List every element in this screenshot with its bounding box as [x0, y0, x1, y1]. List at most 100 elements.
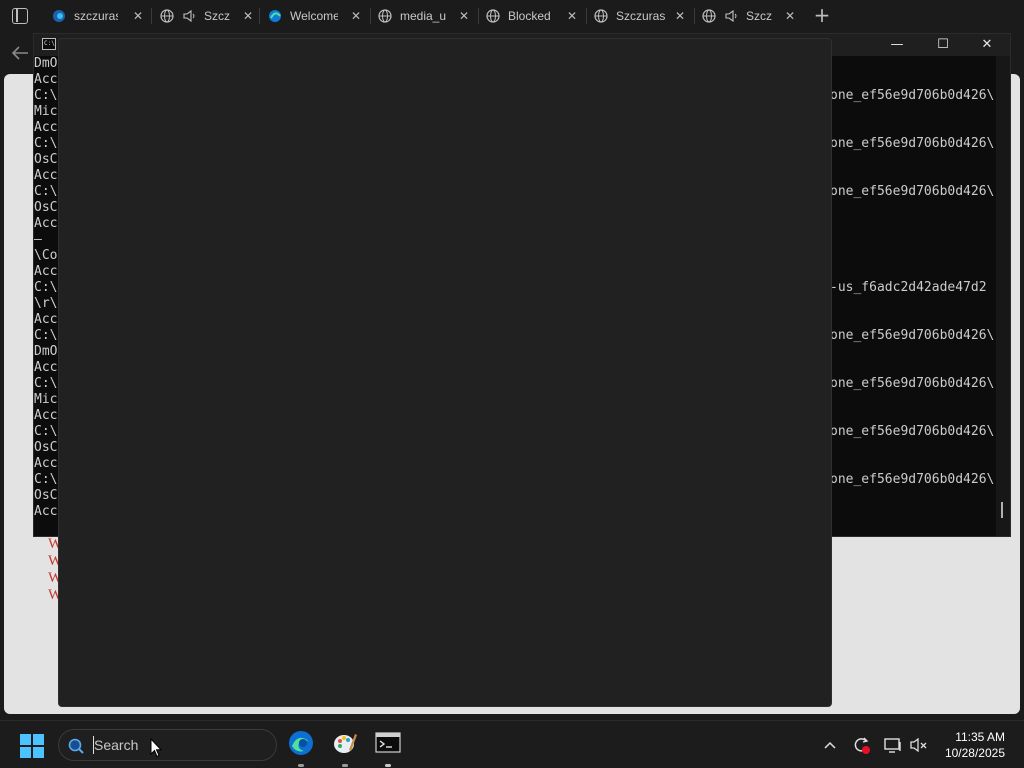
search-placeholder: Search — [94, 737, 139, 753]
paint-icon — [332, 730, 358, 760]
display-network-icon[interactable] — [883, 735, 903, 755]
tab-szczuras-1[interactable]: szczuras ✕ — [52, 4, 146, 28]
search-icon — [67, 737, 85, 755]
tab-strip: szczuras ✕ Szczu ✕ Welcome ✕ media_u ✕ B… — [0, 0, 1024, 32]
globe-icon — [702, 9, 716, 23]
cmd-line-left: C:\ — [34, 136, 58, 151]
tab-separator — [370, 8, 371, 24]
globe-icon — [160, 9, 174, 23]
scrollbar-thumb[interactable] — [1001, 502, 1003, 518]
tab-label: Welcome — [290, 9, 338, 23]
cmd-line-left: \Co — [34, 248, 58, 263]
taskbar-terminal-button[interactable] — [372, 729, 404, 767]
cmd-line-left: OsC — [34, 440, 58, 455]
cmd-line-left: OsC — [34, 152, 58, 167]
speaker-icon[interactable] — [724, 9, 738, 23]
cmd-line-left: DmO — [34, 56, 58, 71]
tab-szcz-7[interactable]: Szcz ✕ — [702, 4, 798, 28]
tab-label: Szczuras — [616, 9, 666, 23]
tab-label: Szcz — [746, 9, 772, 23]
close-tab-icon[interactable]: ✕ — [130, 8, 146, 24]
close-tab-icon[interactable]: ✕ — [782, 8, 798, 24]
new-tab-button[interactable]: + — [812, 4, 832, 26]
cmd-line-left: C:\ — [34, 184, 58, 199]
cmd-line-right: one_ef56e9d706b0d426\ — [830, 136, 995, 151]
tab-label: media_u — [400, 9, 447, 23]
clock-time: 11:35 AM — [955, 730, 1005, 744]
cmd-line-left: C:\ — [34, 472, 58, 487]
tab-actions-icon[interactable] — [12, 8, 28, 24]
edge-logo-icon — [268, 9, 282, 23]
taskbar-edge-button[interactable] — [285, 729, 317, 767]
globe-icon — [378, 9, 392, 23]
cmd-line-left: Mic — [34, 392, 58, 407]
running-indicator — [342, 764, 348, 767]
terminal-icon — [375, 732, 401, 758]
cmd-line-left: OsC — [34, 488, 58, 503]
cmd-app-icon: C:\ — [42, 38, 56, 50]
cmd-line-right: one_ef56e9d706b0d426\ — [830, 88, 995, 103]
tab-welcome[interactable]: Welcome ✕ — [268, 4, 364, 28]
cmd-line-right: one_ef56e9d706b0d426\ — [830, 472, 995, 487]
tab-label: szczuras — [74, 9, 118, 23]
cmd-line-right: -us_f6adc2d42ade47d2 — [830, 280, 987, 295]
cmd-line-right: one_ef56e9d706b0d426\ — [830, 184, 995, 199]
cmd-line-left: Acc — [34, 504, 58, 519]
cmd-line-left: C:\ — [34, 88, 58, 103]
edge-tab-icon — [52, 9, 66, 23]
system-clock[interactable]: 11:35 AM 10/28/2025 — [945, 729, 1005, 761]
tab-szczu-2[interactable]: Szczu ✕ — [160, 4, 256, 28]
close-tab-icon[interactable]: ✕ — [672, 8, 688, 24]
minimize-button[interactable]: — — [874, 34, 920, 56]
close-button[interactable]: ✕ — [964, 34, 1010, 56]
back-arrow-icon[interactable] — [10, 44, 30, 62]
cmd-line-left: Acc — [34, 312, 58, 327]
taskbar-search-box[interactable]: Search — [58, 729, 277, 761]
tab-separator — [694, 8, 695, 24]
tab-separator — [478, 8, 479, 24]
cmd-line-left: C:\ — [34, 376, 58, 391]
edge-icon — [288, 730, 314, 760]
cmd-line-left: C:\ — [34, 280, 58, 295]
close-tab-icon[interactable]: ✕ — [456, 8, 472, 24]
volume-muted-icon[interactable] — [909, 735, 929, 755]
tab-separator — [586, 8, 587, 24]
cmd-line-left: C:\ — [34, 328, 58, 343]
cmd-line-right: one_ef56e9d706b0d426\ — [830, 424, 995, 439]
tab-blocked[interactable]: Blocked ✕ — [486, 4, 580, 28]
maximize-button[interactable]: ☐ — [920, 34, 966, 56]
tab-separator — [259, 8, 260, 24]
cmd-line-left: Acc — [34, 456, 58, 471]
tab-media[interactable]: media_u ✕ — [378, 4, 472, 28]
close-tab-icon[interactable]: ✕ — [564, 8, 580, 24]
close-tab-icon[interactable]: ✕ — [348, 8, 364, 24]
cmd-line-left: Acc — [34, 216, 58, 231]
running-indicator — [298, 764, 304, 767]
overlay-panel[interactable] — [58, 38, 832, 707]
tab-separator — [151, 8, 152, 24]
tab-szczuras-6[interactable]: Szczuras ✕ — [594, 4, 688, 28]
cmd-line-left: Acc — [34, 360, 58, 375]
cmd-line-left: \r\ — [34, 296, 58, 311]
running-indicator — [385, 764, 391, 767]
chevron-up-icon[interactable] — [820, 735, 840, 755]
taskbar-paint-button[interactable] — [329, 729, 361, 767]
sync-error-icon[interactable] — [851, 735, 871, 755]
cmd-line-left: OsC — [34, 200, 58, 215]
cmd-line-left: Acc — [34, 72, 58, 87]
close-tab-icon[interactable]: ✕ — [240, 8, 256, 24]
speaker-icon[interactable] — [182, 9, 196, 23]
windows-start-icon[interactable] — [20, 734, 44, 758]
cmd-line-left: Acc — [34, 408, 58, 423]
globe-icon — [486, 9, 500, 23]
cmd-scrollbar[interactable] — [996, 56, 1010, 536]
mouse-pointer-icon — [150, 737, 163, 758]
cmd-line-left: DmO — [34, 344, 58, 359]
clock-date: 10/28/2025 — [944, 746, 1005, 760]
cmd-line-left: – — [34, 232, 42, 247]
tab-label: Szczu — [204, 9, 230, 23]
globe-icon — [594, 9, 608, 23]
cmd-line-left: Acc — [34, 264, 58, 279]
cmd-line-right: one_ef56e9d706b0d426\ — [830, 328, 995, 343]
tab-label: Blocked — [508, 9, 551, 23]
